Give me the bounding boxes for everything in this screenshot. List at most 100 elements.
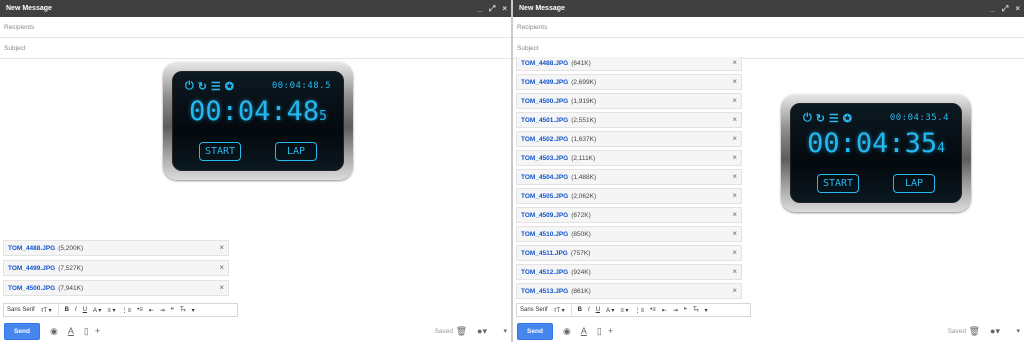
text-color-icon[interactable]: A ▾ <box>606 307 614 314</box>
attachment-name[interactable]: TOM_4488.JPG <box>8 245 55 252</box>
remove-attachment-icon[interactable]: × <box>732 77 737 86</box>
remove-formatting-icon[interactable]: T̶ₓ <box>180 307 186 313</box>
attachment-name[interactable]: TOM_4501.JPG <box>521 117 568 124</box>
insert-more-icon[interactable]: + <box>95 326 100 336</box>
close-icon[interactable]: × <box>502 4 507 13</box>
attachment-list[interactable]: TOM_4488.JPG (641K) × TOM_4499.JPG (2,69… <box>513 57 753 303</box>
attachment-name[interactable]: TOM_4505.JPG <box>521 193 568 200</box>
indent-less-icon[interactable]: ⇤ <box>149 307 154 314</box>
attachment-chip[interactable]: TOM_4505.JPG (2,062K) × <box>516 188 742 204</box>
close-icon[interactable]: × <box>1015 4 1020 13</box>
bulleted-list-icon[interactable]: •≡ <box>650 307 656 313</box>
font-family-select[interactable]: Sans Serif <box>520 307 548 313</box>
attachment-chip[interactable]: TOM_4502.JPG (1,637K) × <box>516 131 742 147</box>
italic-icon[interactable]: I <box>588 307 590 313</box>
attachment-chip[interactable]: TOM_4499.JPG (2,699K) × <box>516 74 742 90</box>
italic-icon[interactable]: I <box>75 307 77 313</box>
remove-formatting-icon[interactable]: T̶ₓ <box>693 307 699 313</box>
attachment-chip[interactable]: TOM_4500.JPG (7,941K) × <box>3 280 229 296</box>
attachment-chip[interactable]: TOM_4504.JPG (1,488K) × <box>516 169 742 185</box>
text-color-icon[interactable]: A ▾ <box>93 307 101 314</box>
formatting-toggle-icon[interactable]: A <box>68 326 74 336</box>
remove-attachment-icon[interactable]: × <box>732 115 737 124</box>
send-button[interactable]: Send <box>4 322 40 340</box>
subject-field[interactable]: Subject <box>513 38 1024 59</box>
attachment-name[interactable]: TOM_4510.JPG <box>521 231 568 238</box>
remove-attachment-icon[interactable]: × <box>732 134 737 143</box>
eye-icon[interactable]: ◉ <box>563 326 571 337</box>
attachment-chip[interactable]: TOM_4512.JPG (924K) × <box>516 264 742 280</box>
attachment-chip[interactable]: TOM_4501.JPG (2,551K) × <box>516 112 742 128</box>
remove-attachment-icon[interactable]: × <box>732 286 737 295</box>
indent-more-icon[interactable]: ⇥ <box>673 307 678 314</box>
attachment-chip[interactable]: TOM_4500.JPG (1,919K) × <box>516 93 742 109</box>
attachment-name[interactable]: TOM_4500.JPG <box>8 285 55 292</box>
minimize-icon[interactable]: _ <box>990 4 994 13</box>
attachment-chip[interactable]: TOM_4488.JPG (641K) × <box>516 57 742 71</box>
attachment-name[interactable]: TOM_4511.JPG <box>521 250 568 257</box>
font-size-icon[interactable]: тT ▾ <box>41 307 52 314</box>
recipients-field[interactable]: Recipients <box>0 17 511 38</box>
attachment-chip[interactable]: TOM_4503.JPG (2,111K) × <box>516 150 742 166</box>
recipients-field[interactable]: Recipients <box>513 17 1024 38</box>
attachment-name[interactable]: TOM_4509.JPG <box>521 212 568 219</box>
attachment-name[interactable]: TOM_4512.JPG <box>521 269 568 276</box>
minimize-icon[interactable]: _ <box>477 4 481 13</box>
popout-icon[interactable]: ⤢ <box>489 4 495 14</box>
attachment-chip[interactable]: TOM_4488.JPG (5,200K) × <box>3 240 229 256</box>
more-formatting-icon[interactable]: ▾ <box>192 307 195 314</box>
underline-icon[interactable]: U <box>596 307 600 313</box>
quote-icon[interactable]: ❞ <box>171 307 174 314</box>
attachment-name[interactable]: TOM_4513.JPG <box>521 288 568 295</box>
attachment-name[interactable]: TOM_4504.JPG <box>521 174 568 181</box>
remove-attachment-icon[interactable]: × <box>732 248 737 257</box>
remove-attachment-icon[interactable]: × <box>219 283 224 292</box>
more-options-icon[interactable]: ▾ <box>1016 327 1020 335</box>
remove-attachment-icon[interactable]: × <box>219 263 224 272</box>
attach-file-icon[interactable]: ▯ <box>84 326 89 337</box>
attachment-chip[interactable]: TOM_4510.JPG (850K) × <box>516 226 742 242</box>
trash-icon[interactable]: 🗑 <box>456 326 467 337</box>
compose-titlebar[interactable]: New Message _ ⤢ × <box>0 0 511 17</box>
bulleted-list-icon[interactable]: •≡ <box>137 307 143 313</box>
numbered-list-icon[interactable]: ⋮≡ <box>122 307 132 314</box>
formatting-toggle-icon[interactable]: A <box>581 326 587 336</box>
attachment-name[interactable]: TOM_4502.JPG <box>521 136 568 143</box>
align-icon[interactable]: ≡ ▾ <box>107 307 115 314</box>
remove-attachment-icon[interactable]: × <box>732 191 737 200</box>
remove-attachment-icon[interactable]: × <box>732 229 737 238</box>
attachment-chip[interactable]: TOM_4509.JPG (672K) × <box>516 207 742 223</box>
bold-icon[interactable]: B <box>65 307 69 313</box>
remove-attachment-icon[interactable]: × <box>732 58 737 67</box>
remove-attachment-icon[interactable]: × <box>219 243 224 252</box>
indent-less-icon[interactable]: ⇤ <box>662 307 667 314</box>
attach-file-icon[interactable]: ▯ <box>597 326 602 337</box>
quote-icon[interactable]: ❞ <box>684 307 687 314</box>
remove-attachment-icon[interactable]: × <box>732 153 737 162</box>
eye-icon[interactable]: ◉ <box>50 326 58 337</box>
align-icon[interactable]: ≡ ▾ <box>620 307 628 314</box>
remove-attachment-icon[interactable]: × <box>732 210 737 219</box>
remove-attachment-icon[interactable]: × <box>732 267 737 276</box>
remove-attachment-icon[interactable]: × <box>732 96 737 105</box>
attachment-name[interactable]: TOM_4499.JPG <box>521 79 568 86</box>
trash-icon[interactable]: 🗑 <box>969 326 980 337</box>
remove-attachment-icon[interactable]: × <box>732 172 737 181</box>
attachment-name[interactable]: TOM_4500.JPG <box>521 98 568 105</box>
font-family-select[interactable]: Sans Serif <box>7 307 35 313</box>
attachment-name[interactable]: TOM_4499.JPG <box>8 265 55 272</box>
underline-icon[interactable]: U <box>83 307 87 313</box>
indent-more-icon[interactable]: ⇥ <box>160 307 165 314</box>
attachment-chip[interactable]: TOM_4499.JPG (7,527K) × <box>3 260 229 276</box>
attachment-name[interactable]: TOM_4488.JPG <box>521 60 568 67</box>
attachment-chip[interactable]: TOM_4511.JPG (757K) × <box>516 245 742 261</box>
send-button[interactable]: Send <box>517 322 553 340</box>
attachment-chip[interactable]: TOM_4513.JPG (861K) × <box>516 283 742 299</box>
attachment-name[interactable]: TOM_4503.JPG <box>521 155 568 162</box>
popout-icon[interactable]: ⤢ <box>1002 4 1008 14</box>
subject-field[interactable]: Subject <box>0 38 511 59</box>
labels-icon[interactable]: ●▾ <box>477 326 487 337</box>
more-options-icon[interactable]: ▾ <box>503 327 507 335</box>
font-size-icon[interactable]: тT ▾ <box>554 307 565 314</box>
insert-more-icon[interactable]: + <box>608 326 613 336</box>
